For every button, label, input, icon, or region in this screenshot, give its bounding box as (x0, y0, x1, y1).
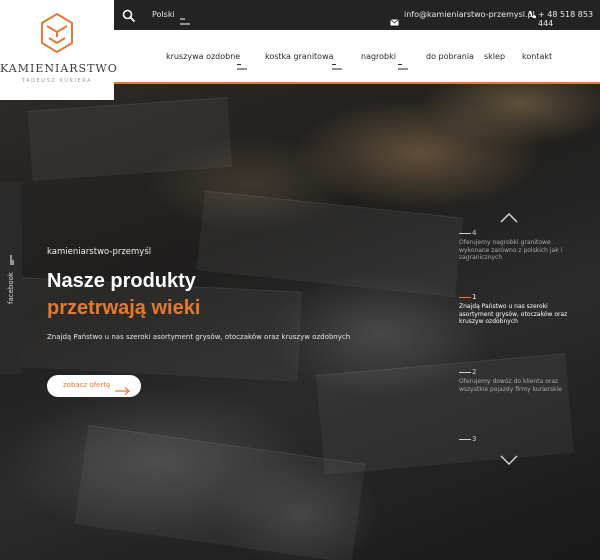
site-logo[interactable]: KAMIENIARSTWO TADEUSZ KUKIERA (0, 0, 118, 100)
hero-headline-line1: Nasze produkty (47, 270, 196, 292)
slide-number: 4 (472, 229, 477, 237)
nav-item-kontakt[interactable]: kontakt (522, 52, 552, 61)
dropdown-lines-icon (398, 55, 408, 74)
slide-text: Oferujemy nagrobki granitowe wykonane za… (459, 239, 563, 261)
logo-title: KAMIENIARSTWO (0, 62, 118, 75)
email-link[interactable]: info@kamieniarstwo-przemysl.pl (404, 10, 535, 19)
hero-headline-line2: przetrwają wieki (47, 297, 201, 319)
phone-icon (528, 10, 536, 21)
dropdown-lines-icon (332, 55, 342, 74)
search-icon[interactable] (122, 8, 136, 23)
dropdown-lines-icon (237, 55, 247, 74)
hero-description: Znajdą Państwo u nas szeroki asortyment … (47, 333, 351, 341)
slide-number: 1 (472, 293, 477, 301)
nav-item-do-pobrania[interactable]: do pobrania (426, 52, 474, 61)
slide-item[interactable]: 2 Oferujemy dowóz do klienta oraz wszyst… (459, 368, 577, 393)
arrow-right-icon (115, 381, 131, 400)
nav-item-kostka-granitowa[interactable]: kostka granitowa (265, 52, 334, 61)
chevron-down-icon[interactable] (500, 450, 518, 469)
hero-eyebrow: kamieniarstwo-przemyśl (47, 247, 152, 257)
slide-text: Znajdą Państwo u nas szeroki asortyment … (459, 303, 568, 325)
slide-number: 2 (472, 368, 477, 376)
nav-item-sklep[interactable]: sklep (484, 52, 505, 61)
logo-cube-icon (41, 12, 73, 54)
language-selector[interactable]: Polski (152, 10, 175, 19)
slide-item-active[interactable]: 1 Znajdą Państwo u nas szeroki asortymen… (459, 293, 577, 326)
menu-lines-icon[interactable] (180, 11, 190, 30)
nav-item-kruszywa-ozdobne[interactable]: kruszywa ozdobne (166, 52, 240, 61)
mail-icon (390, 11, 399, 30)
slide-item[interactable]: 3 (459, 435, 577, 445)
slide-number: 3 (472, 435, 477, 443)
see-offer-button[interactable]: zobacz ofertę (47, 375, 141, 397)
facebook-label[interactable]: facebook (7, 272, 15, 304)
facebook-icon (10, 250, 14, 269)
nav-item-nagrobki[interactable]: nagrobki (361, 52, 396, 61)
slide-item[interactable]: 4 Oferujemy nagrobki granitowe wykonane … (459, 229, 577, 262)
logo-subtitle: TADEUSZ KUKIERA (21, 78, 93, 84)
phone-link[interactable]: + 48 518 853 444 (538, 10, 600, 28)
chevron-up-icon[interactable] (500, 208, 518, 227)
see-offer-label: zobacz ofertę (63, 381, 111, 389)
slide-text: Oferujemy dowóz do klienta oraz wszystki… (459, 378, 562, 393)
